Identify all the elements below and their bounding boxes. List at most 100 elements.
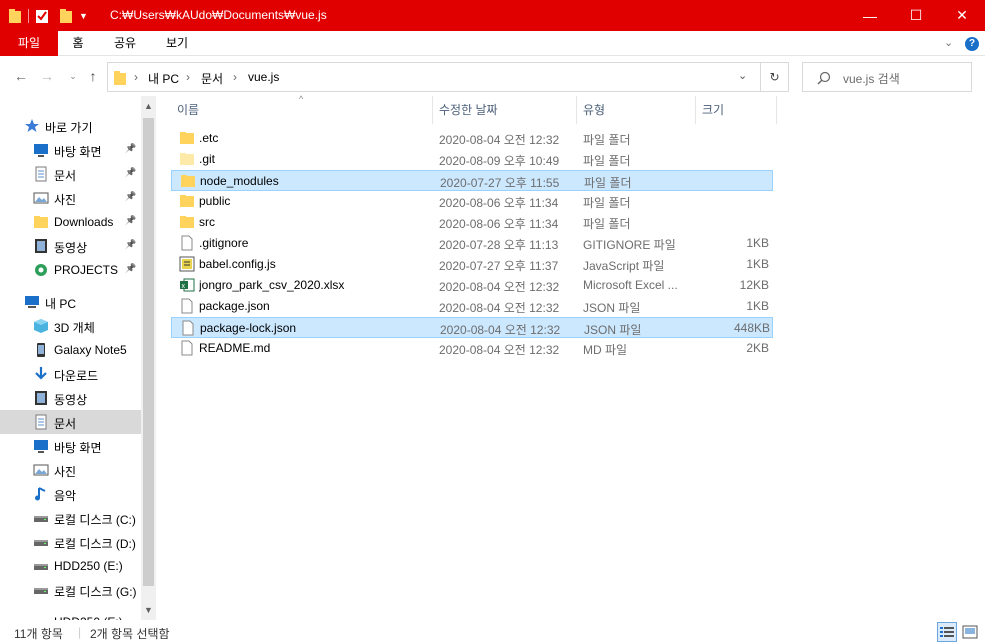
folder-icon <box>114 71 126 85</box>
item-count: 11개 항목 <box>14 627 63 641</box>
sidebar-item[interactable]: 로컬 디스크 (D:) <box>0 530 141 554</box>
sidebar-item[interactable]: Downloads 📌 <box>0 210 141 234</box>
folder-icon <box>179 130 195 146</box>
search-icon <box>817 71 831 85</box>
customize-toolbar-icon[interactable]: ▼ <box>79 11 88 21</box>
picture-icon <box>33 462 49 478</box>
file-row[interactable]: src 2020-08-06 오후 11:34 파일 폴더 <box>171 212 773 233</box>
tab-share[interactable]: 공유 <box>110 31 140 56</box>
details-view-button[interactable] <box>937 622 957 642</box>
pin-icon[interactable]: 📌 <box>125 143 136 154</box>
sidebar-item[interactable]: 바탕 화면 📌 <box>0 138 141 162</box>
file-row[interactable]: package.json 2020-08-04 오전 12:32 JSON 파일 1K… <box>171 296 773 317</box>
file-name: src <box>199 215 215 229</box>
sidebar-item[interactable]: 로컬 디스크 (G:) <box>0 578 141 602</box>
sidebar-item[interactable]: 3D 개체 <box>0 314 141 338</box>
sidebar-item[interactable]: 사진 📌 <box>0 186 141 210</box>
sidebar-item[interactable]: PROJECTS 📌 <box>0 258 141 282</box>
sidebar-item[interactable]: HDD250 (E:) <box>0 610 141 620</box>
refresh-button[interactable]: ↻ <box>761 62 789 92</box>
recent-locations-icon[interactable]: ⌄ <box>64 66 82 86</box>
sidebar-item[interactable]: 사진 <box>0 458 141 482</box>
close-button[interactable]: ✕ <box>939 0 985 31</box>
tab-home[interactable]: 홈 <box>66 31 90 56</box>
file-row[interactable]: babel.config.js 2020-07-27 오후 11:37 JavaSc… <box>171 254 773 275</box>
sidebar-item[interactable]: 문서 <box>0 410 141 434</box>
document-icon <box>33 414 49 430</box>
sidebar-item[interactable]: 로컬 디스크 (C:) <box>0 506 141 530</box>
sidebar-item[interactable]: 음악 <box>0 482 141 506</box>
sidebar-item-label: 로컬 디스크 (C:) <box>54 513 136 527</box>
file-row[interactable]: package-lock.json 2020-08-04 오전 12:32 JSON… <box>171 317 773 338</box>
sidebar-item-label: 바탕 화면 <box>54 145 102 159</box>
sidebar-item[interactable]: 문서 📌 <box>0 162 141 186</box>
help-icon[interactable]: ? <box>965 37 979 51</box>
file-row[interactable]: public 2020-08-06 오후 11:34 파일 폴더 <box>171 191 773 212</box>
file-name: jongro_park_csv_2020.xlsx <box>199 278 345 292</box>
navigation-pane-scrollbar[interactable]: ▲ ▼ <box>141 96 156 620</box>
breadcrumb-vuejs[interactable]: vue.js <box>248 70 279 84</box>
file-size: 1KB <box>746 257 769 271</box>
up-button[interactable]: ↑ <box>84 66 102 86</box>
sidebar-item[interactable]: HDD250 (E:) <box>0 554 141 578</box>
file-date-modified: 2020-08-04 오전 12:32 <box>439 343 560 357</box>
file-row[interactable]: .gitignore 2020-07-28 오후 11:13 GITIGNORE 파… <box>171 233 773 254</box>
file-list-header: 이름 ^ 수정한 날짜 유형 크기 <box>171 94 777 124</box>
sidebar-item-label: 로컬 디스크 (G:) <box>54 585 137 599</box>
sidebar-item[interactable]: 동영상 <box>0 386 141 410</box>
breadcrumb-pc[interactable]: 내 PC <box>148 70 179 87</box>
expand-ribbon-icon[interactable]: ⌄ <box>944 36 953 49</box>
pin-icon[interactable]: 📌 <box>125 263 136 274</box>
forward-button[interactable]: → <box>38 66 56 86</box>
file-row[interactable]: .git 2020-08-09 오후 10:49 파일 폴더 <box>171 149 773 170</box>
tab-view[interactable]: 보기 <box>162 31 192 56</box>
sidebar-item-label: 로컬 디스크 (D:) <box>54 537 136 551</box>
file-row[interactable]: x jongro_park_csv_2020.xlsx 2020-08-04 오전 … <box>171 275 773 296</box>
minimize-button[interactable]: — <box>847 0 893 31</box>
file-date-modified: 2020-08-04 오전 12:32 <box>439 280 560 294</box>
sidebar-item[interactable]: 바로 가기 <box>0 114 141 138</box>
file-type: JSON 파일 <box>583 301 641 315</box>
properties-icon[interactable] <box>35 8 49 24</box>
back-button[interactable]: ← <box>12 66 30 86</box>
file-type: 파일 폴더 <box>583 217 631 231</box>
large-icons-view-button[interactable] <box>960 622 980 642</box>
file-type: JSON 파일 <box>584 323 642 337</box>
maximize-button[interactable]: ☐ <box>893 0 939 31</box>
sidebar-item[interactable]: 내 PC <box>0 290 141 314</box>
sidebar-item[interactable]: 동영상 📌 <box>0 234 141 258</box>
column-date-modified[interactable]: 수정한 날짜 <box>433 96 577 124</box>
scroll-down-icon[interactable]: ▼ <box>141 602 156 618</box>
scrollbar-thumb[interactable] <box>143 118 154 586</box>
file-name: babel.config.js <box>199 257 276 271</box>
file-icon <box>179 340 195 356</box>
pin-icon[interactable]: 📌 <box>125 167 136 178</box>
sidebar-item-label: 동영상 <box>54 241 88 255</box>
file-date-modified: 2020-08-06 오후 11:34 <box>439 196 559 210</box>
sidebar-item[interactable]: 다운로드 <box>0 362 141 386</box>
sidebar-item[interactable]: 바탕 화면 <box>0 434 141 458</box>
address-history-icon[interactable]: ⌄ <box>738 69 747 82</box>
excel-file-icon: x <box>179 277 195 293</box>
scroll-up-icon[interactable]: ▲ <box>141 98 156 114</box>
tab-file[interactable]: 파일 <box>0 31 58 56</box>
file-row[interactable]: README.md 2020-08-04 오전 12:32 MD 파일 2KB <box>171 338 773 359</box>
folder-icon <box>33 214 49 230</box>
search-box[interactable]: vue.js 검색 <box>802 62 972 92</box>
pin-icon[interactable]: 📌 <box>125 191 136 202</box>
refresh-icon: ↻ <box>769 70 780 84</box>
pin-icon[interactable]: 📌 <box>125 239 136 250</box>
column-size[interactable]: 크기 <box>696 96 777 124</box>
new-folder-icon[interactable] <box>59 8 73 24</box>
folder-icon <box>9 9 21 23</box>
column-type[interactable]: 유형 <box>577 96 696 124</box>
search-input[interactable]: vue.js 검색 <box>843 70 900 87</box>
sidebar-item-label: PROJECTS <box>54 263 119 277</box>
sidebar-item[interactable]: Galaxy Note5 <box>0 338 141 362</box>
address-bar[interactable]: › 내 PC › 문서 › vue.js ⌄ <box>107 62 761 92</box>
file-row[interactable]: .etc 2020-08-04 오전 12:32 파일 폴더 <box>171 128 773 149</box>
pin-icon[interactable]: 📌 <box>125 215 136 226</box>
sidebar-item-label: 문서 <box>54 417 77 431</box>
breadcrumb-documents[interactable]: 문서 <box>201 70 223 87</box>
file-row[interactable]: node_modules 2020-07-27 오후 11:55 파일 폴더 <box>171 170 773 191</box>
